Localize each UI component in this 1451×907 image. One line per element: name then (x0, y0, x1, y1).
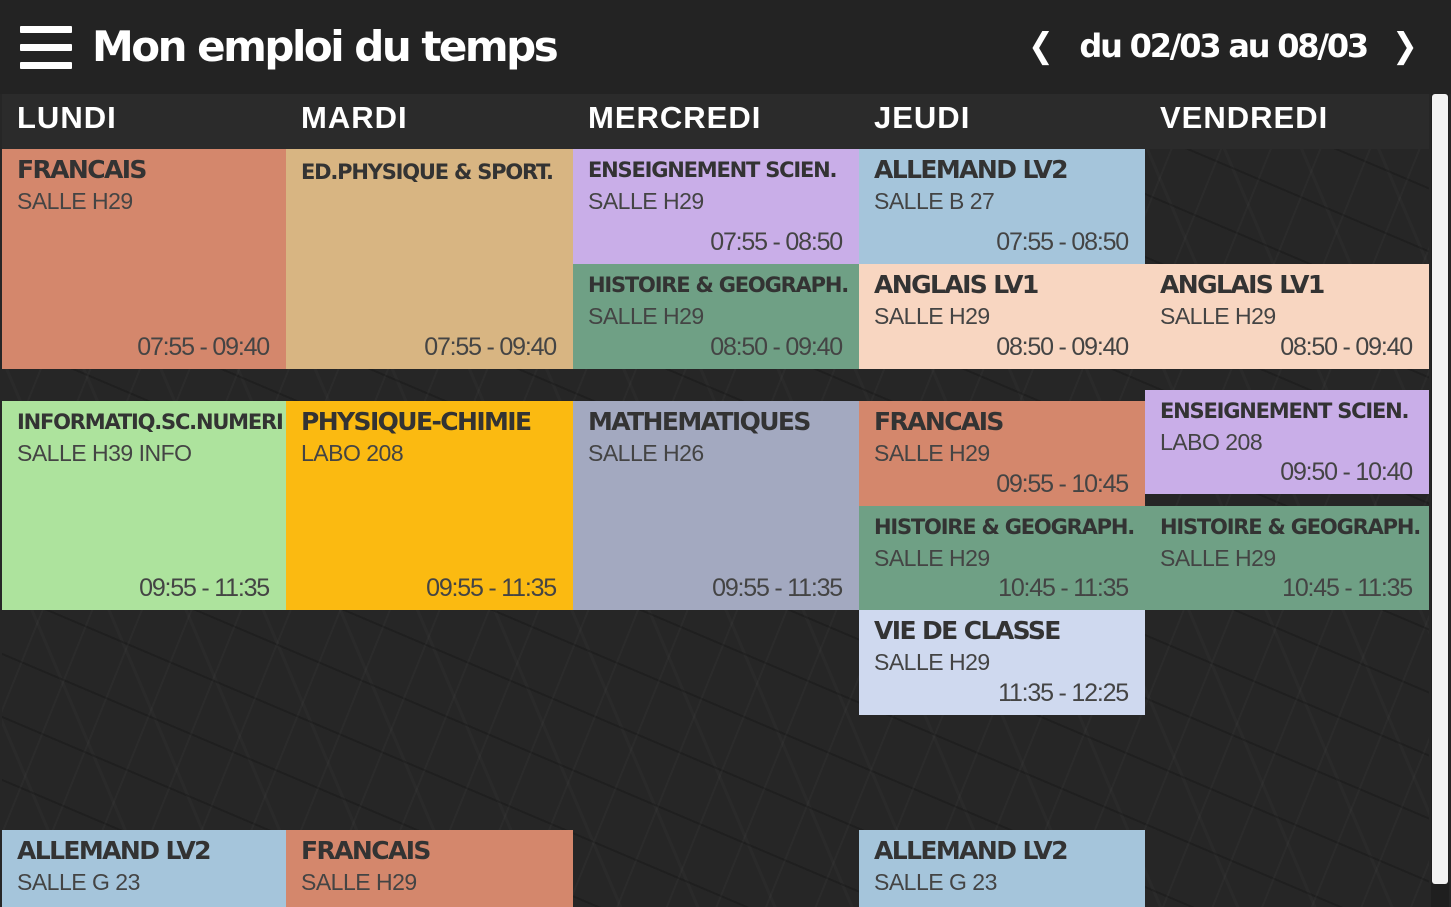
lesson-room: SALLE H29 (874, 303, 990, 329)
lesson-subject: ALLEMAND LV2 (874, 155, 1069, 184)
lesson-subject: PHYSIQUE-CHIMIE (301, 407, 532, 436)
lesson-block[interactable]: ALLEMAND LV2 SALLE G 23 (2, 830, 286, 907)
lesson-room: SALLE G 23 (874, 869, 997, 895)
lesson-block[interactable]: ALLEMAND LV2 SALLE G 23 (859, 830, 1145, 907)
lesson-block[interactable]: INFORMATIQ.SC.NUMERI SALLE H39 INFO 09:5… (2, 401, 286, 610)
timetable-grid[interactable]: LUNDI MARDI MERCREDI JEUDI VENDREDI FRAN… (2, 94, 1429, 907)
hamburger-menu-icon[interactable] (20, 26, 72, 69)
top-bar: Mon emploi du temps ❮ du 02/03 au 08/03 … (0, 0, 1451, 94)
lesson-block[interactable]: ENSEIGNEMENT SCIEN. SALLE H29 07:55 - 08… (573, 149, 859, 264)
lesson-time: 09:55 - 11:35 (139, 574, 270, 602)
chevron-left-icon[interactable]: ❮ (1025, 26, 1057, 66)
lesson-subject: FRANCAIS (17, 155, 147, 184)
lesson-room: SALLE B 27 (874, 188, 995, 214)
lesson-time: 10:45 - 11:35 (1282, 574, 1413, 602)
lesson-room: SALLE H29 (1160, 303, 1276, 329)
day-header-jeudi: JEUDI (859, 94, 1145, 149)
lesson-room: SALLE H29 (874, 649, 990, 675)
lesson-time: 09:55 - 11:35 (426, 574, 557, 602)
lesson-block[interactable]: ALLEMAND LV2 SALLE B 27 07:55 - 08:50 (859, 149, 1145, 264)
lesson-block[interactable]: PHYSIQUE-CHIMIE LABO 208 09:55 - 11:35 (286, 401, 573, 610)
lesson-room: LABO 208 (301, 440, 404, 466)
day-header-lundi: LUNDI (2, 94, 286, 149)
lesson-subject: ED.PHYSIQUE & SPORT. (301, 160, 554, 184)
lesson-subject: ALLEMAND LV2 (17, 836, 212, 865)
lesson-subject: HISTOIRE & GEOGRAPH. (1160, 515, 1421, 539)
chevron-right-icon[interactable]: ❯ (1389, 26, 1421, 66)
lesson-room: SALLE H29 (1160, 545, 1276, 571)
lesson-room: SALLE H29 (588, 188, 704, 214)
lesson-subject: ANGLAIS LV1 (874, 270, 1039, 299)
lesson-time: 10:45 - 11:35 (998, 574, 1129, 602)
lesson-time: 07:55 - 08:50 (996, 228, 1129, 256)
lesson-time: 09:55 - 10:45 (996, 470, 1129, 498)
lesson-subject: INFORMATIQ.SC.NUMERI (17, 410, 284, 434)
lesson-subject: ENSEIGNEMENT SCIEN. (588, 158, 837, 182)
lesson-block[interactable]: MATHEMATIQUES SALLE H26 09:55 - 11:35 (573, 401, 859, 610)
lesson-block[interactable]: ED.PHYSIQUE & SPORT. 07:55 - 09:40 (286, 149, 573, 369)
lesson-time: 08:50 - 09:40 (1280, 333, 1413, 361)
lesson-room: SALLE H29 (588, 303, 704, 329)
lesson-room: SALLE H39 INFO (17, 440, 192, 466)
lesson-block[interactable]: HISTOIRE & GEOGRAPH. SALLE H29 10:45 - 1… (1145, 506, 1429, 610)
lesson-room: LABO 208 (1160, 429, 1263, 455)
lesson-subject: FRANCAIS (301, 836, 431, 865)
lesson-time: 07:55 - 09:40 (424, 333, 557, 361)
lesson-time: 11:35 - 12:25 (998, 679, 1129, 707)
lesson-time: 08:50 - 09:40 (996, 333, 1129, 361)
lesson-room: SALLE H29 (874, 440, 990, 466)
week-label: du 02/03 au 08/03 (1079, 27, 1369, 65)
lesson-subject: MATHEMATIQUES (588, 407, 811, 436)
lesson-block[interactable]: ANGLAIS LV1 SALLE H29 08:50 - 09:40 (859, 264, 1145, 369)
lesson-block[interactable]: ENSEIGNEMENT SCIEN. LABO 208 09:50 - 10:… (1145, 390, 1429, 494)
lesson-subject: HISTOIRE & GEOGRAPH. (588, 273, 849, 297)
lesson-block[interactable]: VIE DE CLASSE SALLE H29 11:35 - 12:25 (859, 610, 1145, 715)
lesson-room: SALLE G 23 (17, 869, 140, 895)
day-header-vendredi: VENDREDI (1145, 94, 1429, 149)
lesson-subject: HISTOIRE & GEOGRAPH. (874, 515, 1135, 539)
lesson-room: SALLE H26 (588, 440, 704, 466)
lesson-block[interactable]: FRANCAIS SALLE H29 (286, 830, 573, 907)
lesson-subject: FRANCAIS (874, 407, 1004, 436)
day-header-mercredi: MERCREDI (573, 94, 859, 149)
lesson-room: SALLE H29 (874, 545, 990, 571)
lesson-time: 07:55 - 08:50 (710, 228, 843, 256)
week-navigator: ❮ du 02/03 au 08/03 ❯ (1023, 20, 1423, 72)
lesson-room: SALLE H29 (17, 188, 133, 214)
lesson-subject: ENSEIGNEMENT SCIEN. (1160, 399, 1409, 423)
lesson-subject: ALLEMAND LV2 (874, 836, 1069, 865)
lesson-block[interactable]: HISTOIRE & GEOGRAPH. SALLE H29 10:45 - 1… (859, 506, 1145, 610)
lesson-time: 09:50 - 10:40 (1280, 458, 1413, 486)
scrollbar-thumb[interactable] (1432, 94, 1448, 884)
lesson-time: 09:55 - 11:35 (712, 574, 843, 602)
lesson-block[interactable]: FRANCAIS SALLE H29 09:55 - 10:45 (859, 401, 1145, 506)
lesson-block[interactable]: ANGLAIS LV1 SALLE H29 08:50 - 09:40 (1145, 264, 1429, 369)
lesson-time: 08:50 - 09:40 (710, 333, 843, 361)
lesson-subject: ANGLAIS LV1 (1160, 270, 1325, 299)
lesson-block[interactable]: FRANCAIS SALLE H29 07:55 - 09:40 (2, 149, 286, 369)
lesson-time: 07:55 - 09:40 (137, 333, 270, 361)
lesson-block[interactable]: HISTOIRE & GEOGRAPH. SALLE H29 08:50 - 0… (573, 264, 859, 369)
day-header-mardi: MARDI (286, 94, 573, 149)
page-title: Mon emploi du temps (92, 22, 559, 71)
lesson-room: SALLE H29 (301, 869, 417, 895)
lesson-subject: VIE DE CLASSE (874, 616, 1061, 645)
